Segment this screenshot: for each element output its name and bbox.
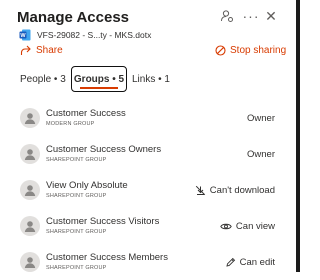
list-item[interactable]: Customer Success MODERN GROUP Owner [17, 100, 287, 136]
active-tab-indicator [80, 87, 118, 89]
permission-dropdown[interactable]: Owner [247, 113, 275, 124]
page-title: Manage Access [17, 9, 130, 26]
person-icon [24, 185, 36, 196]
no-download-icon [195, 185, 205, 195]
stop-sharing-button[interactable]: Stop sharing [215, 45, 286, 56]
person-icon [24, 113, 36, 124]
permission-dropdown[interactable]: Can't download [195, 185, 275, 196]
person-settings-icon[interactable] [219, 8, 235, 24]
share-icon [20, 45, 31, 55]
permission-label: Can view [235, 220, 275, 232]
eye-icon [220, 223, 232, 229]
svg-text:W: W [20, 33, 26, 39]
avatar [20, 252, 40, 272]
group-name: View Only Absolute [46, 180, 128, 191]
permission-label: Can edit [239, 256, 275, 268]
group-type: SHAREPOINT GROUP [46, 157, 107, 163]
group-list: Customer Success MODERN GROUP Owner Cust… [17, 100, 287, 280]
file-name: VFS-29082 - S...ty - MKS.dotx [37, 30, 152, 40]
share-label: Share [36, 45, 63, 56]
stop-icon [215, 45, 226, 56]
permission-dropdown[interactable]: Owner [247, 149, 275, 160]
share-button[interactable]: Share [20, 45, 63, 56]
group-name: Customer Success [46, 108, 126, 119]
person-icon [24, 257, 36, 268]
avatar [20, 144, 40, 164]
list-item[interactable]: Customer Success Visitors SHAREPOINT GRO… [17, 208, 287, 244]
avatar [20, 216, 40, 236]
permission-label: Owner [247, 148, 275, 160]
tab-people[interactable]: People • 3 [20, 68, 66, 90]
list-item[interactable]: Customer Success Members SHAREPOINT GROU… [17, 244, 287, 280]
tab-links[interactable]: Links • 1 [132, 68, 170, 90]
list-item[interactable]: Customer Success Owners SHAREPOINT GROUP… [17, 136, 287, 172]
word-file-icon: W [19, 29, 31, 41]
list-item[interactable]: View Only Absolute SHAREPOINT GROUP Can'… [17, 172, 287, 208]
stop-sharing-label: Stop sharing [230, 45, 287, 56]
more-options-icon[interactable]: ··· [243, 8, 259, 24]
group-name: Customer Success Owners [46, 144, 162, 155]
file-info: W VFS-29082 - S...ty - MKS.dotx [19, 29, 151, 41]
permission-dropdown[interactable]: Can edit [225, 257, 275, 268]
group-type: MODERN GROUP [46, 121, 95, 127]
tab-groups[interactable]: Groups • 5 [71, 66, 127, 92]
window-edge [296, 0, 300, 272]
group-name: Customer Success Visitors [46, 216, 160, 227]
permission-dropdown[interactable]: Can view [220, 221, 275, 232]
group-type: SHAREPOINT GROUP [46, 265, 107, 271]
avatar [20, 108, 40, 128]
group-type: SHAREPOINT GROUP [46, 193, 107, 199]
permission-label: Can't download [209, 184, 275, 196]
person-icon [24, 221, 36, 232]
avatar [20, 180, 40, 200]
tab-groups-label: Groups • 5 [73, 73, 125, 85]
manage-access-panel: Manage Access ··· ✕ W VFS-29082 - S...ty… [0, 0, 300, 272]
person-icon [24, 149, 36, 160]
access-tabs: People • 3 Groups • 5 Links • 1 [20, 66, 280, 94]
permission-label: Owner [247, 112, 275, 124]
group-type: SHAREPOINT GROUP [46, 229, 107, 235]
pencil-icon [226, 257, 235, 267]
group-name: Customer Success Members [46, 252, 168, 263]
close-icon[interactable]: ✕ [263, 8, 279, 24]
